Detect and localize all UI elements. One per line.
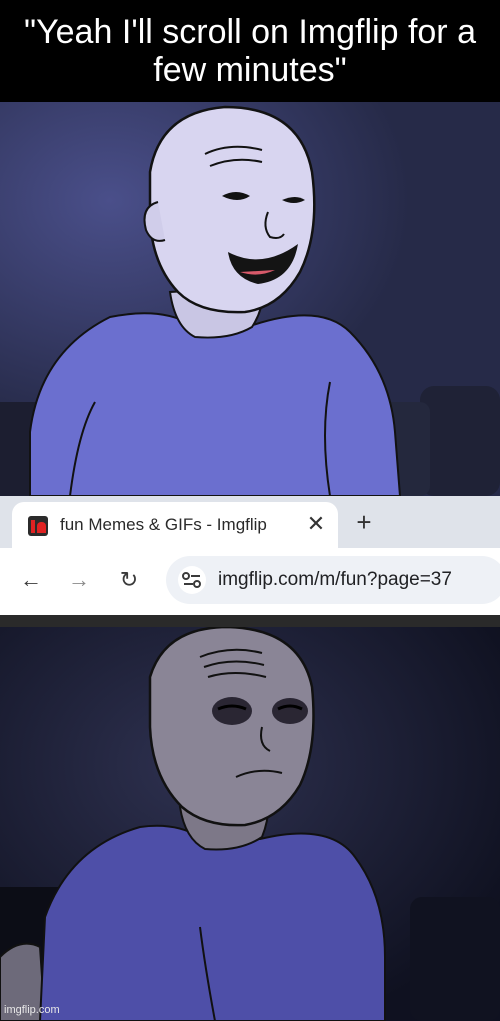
address-bar[interactable]: imgflip.com/m/fun?page=37 xyxy=(166,556,500,604)
imgflip-logo-icon xyxy=(28,516,48,536)
panel-happy-wojak xyxy=(0,102,500,496)
tired-wojak-illustration xyxy=(0,627,500,1021)
close-icon[interactable]: ✕ xyxy=(304,512,328,536)
imgflip-watermark: imgflip.com xyxy=(4,1004,60,1016)
tune-icon[interactable] xyxy=(178,566,206,594)
browser-window: fun Memes & GIFs - Imgflip ✕ + ← → ↻ img… xyxy=(0,496,500,627)
browser-tab[interactable]: fun Memes & GIFs - Imgflip ✕ xyxy=(12,502,338,548)
happy-wojak-illustration xyxy=(0,102,500,496)
browser-toolbar: ← → ↻ imgflip.com/m/fun?page=37 xyxy=(0,548,500,615)
arrow-right-icon[interactable]: → xyxy=(64,565,94,595)
tab-title: fun Memes & GIFs - Imgflip xyxy=(60,515,267,534)
panel-tired-wojak xyxy=(0,627,500,1021)
url-text: imgflip.com/m/fun?page=37 xyxy=(218,569,452,590)
toolbar-divider xyxy=(0,615,500,627)
arrow-left-icon[interactable]: ← xyxy=(16,565,46,595)
caption-text: "Yeah I'll scroll on Imgflip for a few m… xyxy=(24,13,476,89)
meme-caption: "Yeah I'll scroll on Imgflip for a few m… xyxy=(0,0,500,102)
reload-icon[interactable]: ↻ xyxy=(114,565,144,595)
tab-strip: fun Memes & GIFs - Imgflip ✕ + xyxy=(0,496,500,548)
plus-icon[interactable]: + xyxy=(352,509,376,535)
